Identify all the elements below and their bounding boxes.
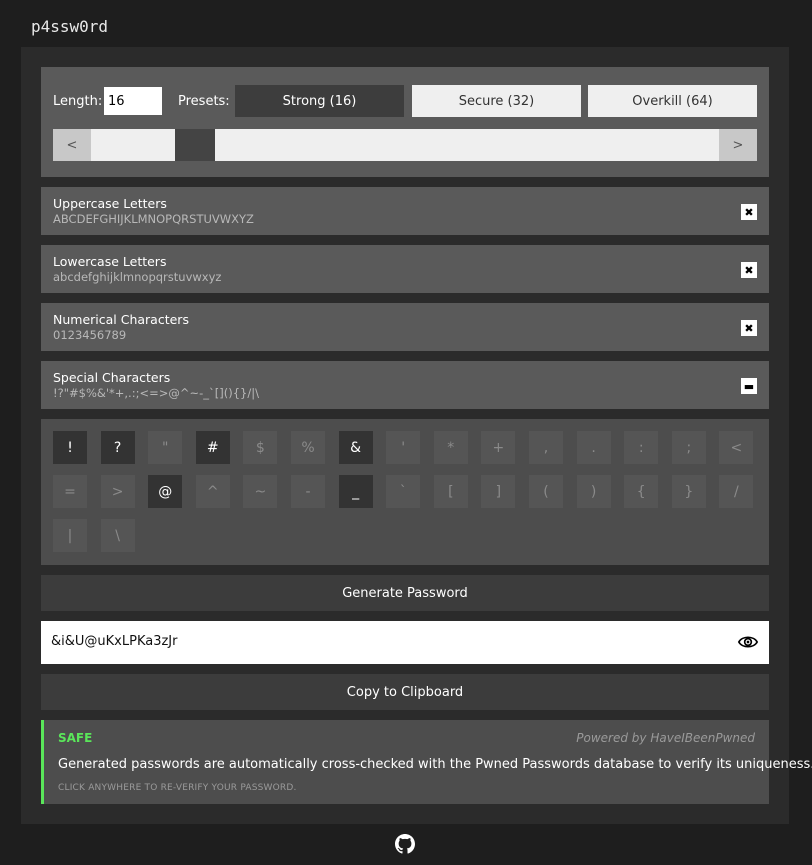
special-key[interactable]: + — [481, 431, 516, 464]
slider-decrement-button[interactable]: < — [53, 129, 91, 161]
special-key[interactable]: ^ — [195, 475, 230, 508]
special-key[interactable]: $ — [243, 431, 278, 464]
length-section: Length: Presets: Strong (16) Secure (32)… — [41, 67, 769, 177]
special-key[interactable]: ) — [576, 475, 611, 508]
charset-chars: abcdefghijklmnopqrstuvwxyz — [53, 270, 222, 284]
slider-thumb[interactable] — [175, 129, 215, 161]
special-key[interactable]: = — [53, 475, 87, 508]
special-key[interactable]: ' — [386, 431, 421, 464]
special-key[interactable]: : — [624, 431, 659, 464]
special-key[interactable]: ! — [53, 431, 87, 464]
special-key[interactable]: ? — [100, 431, 135, 464]
charset-title: Special Characters — [53, 370, 171, 385]
charset-chars: ABCDEFGHIJKLMNOPQRSTUVWXYZ — [53, 212, 254, 226]
slider-increment-button[interactable]: > — [719, 129, 757, 161]
special-key[interactable]: ; — [671, 431, 706, 464]
special-key[interactable]: / — [719, 475, 754, 508]
charset-numerical[interactable]: Numerical Characters 0123456789 ✖ — [41, 303, 769, 351]
special-key[interactable]: > — [100, 475, 135, 508]
preset-secure-button[interactable]: Secure (32) — [412, 85, 581, 117]
special-key[interactable]: < — [719, 431, 754, 464]
special-key[interactable]: [ — [433, 475, 468, 508]
copy-to-clipboard-button[interactable]: Copy to Clipboard — [41, 674, 769, 710]
app-title: p4ssw0rd — [31, 17, 109, 36]
special-key[interactable]: ] — [481, 475, 516, 508]
special-key[interactable]: \ — [100, 519, 135, 552]
special-key[interactable]: _ — [338, 475, 373, 508]
charset-title: Uppercase Letters — [53, 196, 167, 211]
special-key[interactable]: ` — [386, 475, 421, 508]
checkbox-checked-icon[interactable]: ✖ — [741, 262, 757, 278]
special-key[interactable]: , — [529, 431, 563, 464]
charset-special[interactable]: Special Characters !?"#$%&'*+,.:;<=>@^~-… — [41, 361, 769, 409]
special-key[interactable]: . — [576, 431, 611, 464]
special-key[interactable]: # — [195, 431, 230, 464]
charset-lowercase[interactable]: Lowercase Letters abcdefghijklmnopqrstuv… — [41, 245, 769, 293]
charset-title: Numerical Characters — [53, 312, 189, 327]
special-key[interactable]: * — [433, 431, 468, 464]
generate-password-button[interactable]: Generate Password — [41, 575, 769, 611]
special-key[interactable]: { — [624, 475, 659, 508]
main-panel: Length: Presets: Strong (16) Secure (32)… — [21, 47, 812, 824]
special-key[interactable]: - — [291, 475, 325, 508]
special-key[interactable]: & — [338, 431, 373, 464]
charset-uppercase[interactable]: Uppercase Letters ABCDEFGHIJKLMNOPQRSTUV… — [41, 187, 769, 235]
special-key[interactable]: @ — [148, 475, 183, 508]
length-slider[interactable]: < > — [53, 129, 757, 161]
charset-chars: !?"#$%&'*+,.:;<=>@^~-_`[](){}/|\ — [53, 386, 259, 400]
password-output[interactable]: &i&U@uKxLPKa3zJr — [41, 621, 769, 664]
special-key[interactable]: } — [671, 475, 706, 508]
checkbox-checked-icon[interactable]: ✖ — [741, 320, 757, 336]
special-key[interactable]: ( — [529, 475, 563, 508]
eye-icon[interactable] — [737, 632, 759, 652]
preset-strong-button[interactable]: Strong (16) — [235, 85, 404, 117]
charset-title: Lowercase Letters — [53, 254, 167, 269]
special-key[interactable]: | — [53, 519, 87, 552]
charset-chars: 0123456789 — [53, 328, 127, 342]
special-key[interactable]: ~ — [243, 475, 278, 508]
github-icon[interactable] — [395, 834, 415, 854]
presets-label: Presets: — [178, 94, 230, 109]
status-message: Generated passwords are automatically cr… — [58, 757, 812, 772]
password-value[interactable]: &i&U@uKxLPKa3zJr — [51, 634, 177, 649]
status-badge: SAFE — [58, 731, 93, 745]
status-hint: CLICK ANYWHERE TO RE-VERIFY YOUR PASSWOR… — [58, 783, 297, 793]
checkbox-partial-icon[interactable]: ▬ — [741, 378, 757, 394]
password-status-panel[interactable]: SAFE Powered by HaveIBeenPwned Generated… — [41, 720, 812, 804]
length-input[interactable] — [104, 87, 162, 115]
length-label: Length: — [53, 94, 103, 109]
checkbox-checked-icon[interactable]: ✖ — [741, 204, 757, 220]
powered-by-label: Powered by HaveIBeenPwned — [576, 731, 755, 745]
special-key[interactable]: % — [291, 431, 325, 464]
special-character-grid: !? " # $% & ' * +,.:; < = > @ ^ ~ - _ ` [] () {} / | \ — [41, 419, 769, 565]
special-key[interactable]: " — [148, 431, 183, 464]
preset-overkill-button[interactable]: Overkill (64) — [588, 85, 757, 117]
